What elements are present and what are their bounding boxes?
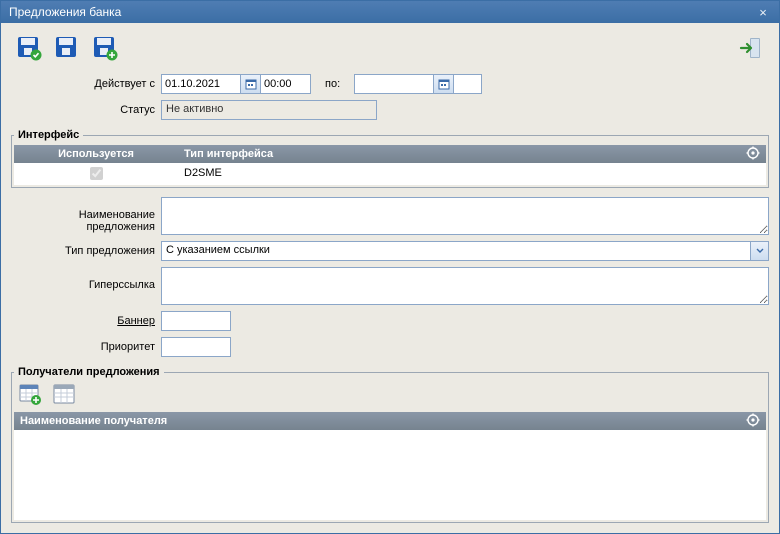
col-header-used[interactable]: Используется xyxy=(14,148,178,160)
row-banner: Баннер xyxy=(11,311,769,331)
row-hyperlink: Гиперссылка xyxy=(11,267,769,305)
save-apply-button[interactable] xyxy=(15,34,43,62)
valid-from-label: Действует с xyxy=(11,78,161,90)
hyperlink-input[interactable] xyxy=(161,267,769,305)
col-header-type[interactable]: Тип интерфейса xyxy=(178,148,766,160)
table-row[interactable]: D2SME xyxy=(14,163,766,183)
window-title: Предложения банка xyxy=(9,5,755,19)
recipients-toolbar xyxy=(14,380,766,412)
valid-from-date-input[interactable] xyxy=(161,74,241,94)
save-button[interactable] xyxy=(53,34,81,62)
row-priority: Приоритет xyxy=(11,337,769,357)
priority-input[interactable] xyxy=(161,337,231,357)
row-status: Статус Не активно xyxy=(11,100,769,120)
chevron-down-icon[interactable] xyxy=(750,242,768,260)
valid-to-date-picker-icon[interactable] xyxy=(434,74,454,94)
offer-name-label: Наименование предложения xyxy=(11,197,161,233)
hyperlink-label: Гиперссылка xyxy=(11,267,161,291)
recipients-grid: Наименование получателя xyxy=(14,412,766,520)
close-icon[interactable]: × xyxy=(755,5,771,20)
offer-type-label: Тип предложения xyxy=(11,245,161,257)
window-root: Предложения банка × xyxy=(0,0,780,534)
row-used-cell xyxy=(14,164,178,183)
recipients-grid-body xyxy=(14,430,766,520)
offer-type-select[interactable]: С указанием ссылки xyxy=(161,241,769,261)
interface-grid-header: Используется Тип интерфейса xyxy=(14,145,766,163)
banner-label[interactable]: Баннер xyxy=(11,315,161,327)
status-label: Статус xyxy=(11,104,161,116)
to-label: по: xyxy=(311,78,354,90)
toolbar xyxy=(1,23,779,67)
col-header-recipient-name[interactable]: Наименование получателя xyxy=(14,415,766,427)
row-offer-type: Тип предложения С указанием ссылки xyxy=(11,241,769,261)
interface-legend: Интерфейс xyxy=(14,129,83,141)
valid-from-date-picker-icon[interactable] xyxy=(241,74,261,94)
interface-fieldset: Интерфейс Используется Тип интерфейса D2… xyxy=(11,129,769,188)
valid-to-date-input[interactable] xyxy=(354,74,434,94)
row-offer-name: Наименование предложения xyxy=(11,197,769,235)
recipients-fieldset: Получатели предложения xyxy=(11,366,769,523)
used-checkbox xyxy=(90,167,103,180)
interface-grid-body: D2SME xyxy=(14,163,766,185)
row-type-cell: D2SME xyxy=(178,167,766,179)
exit-button[interactable] xyxy=(737,34,765,62)
recipients-list-button[interactable] xyxy=(52,382,76,406)
offer-type-value: С указанием ссылки xyxy=(162,242,750,260)
priority-label: Приоритет xyxy=(11,341,161,353)
gear-icon[interactable] xyxy=(746,146,762,162)
gear-icon[interactable] xyxy=(746,413,762,429)
valid-from-time-input[interactable] xyxy=(261,74,311,94)
banner-input[interactable] xyxy=(161,311,231,331)
add-recipient-button[interactable] xyxy=(18,382,42,406)
content: Действует с по: Статус Не активно Интерф… xyxy=(1,67,779,533)
offer-name-input[interactable] xyxy=(161,197,769,235)
save-new-button[interactable] xyxy=(91,34,119,62)
titlebar: Предложения банка × xyxy=(1,1,779,23)
recipients-grid-header: Наименование получателя xyxy=(14,412,766,430)
valid-to-time-input[interactable] xyxy=(454,74,482,94)
row-valid-period: Действует с по: xyxy=(11,74,769,94)
status-value: Не активно xyxy=(161,100,377,120)
recipients-legend: Получатели предложения xyxy=(14,366,164,378)
